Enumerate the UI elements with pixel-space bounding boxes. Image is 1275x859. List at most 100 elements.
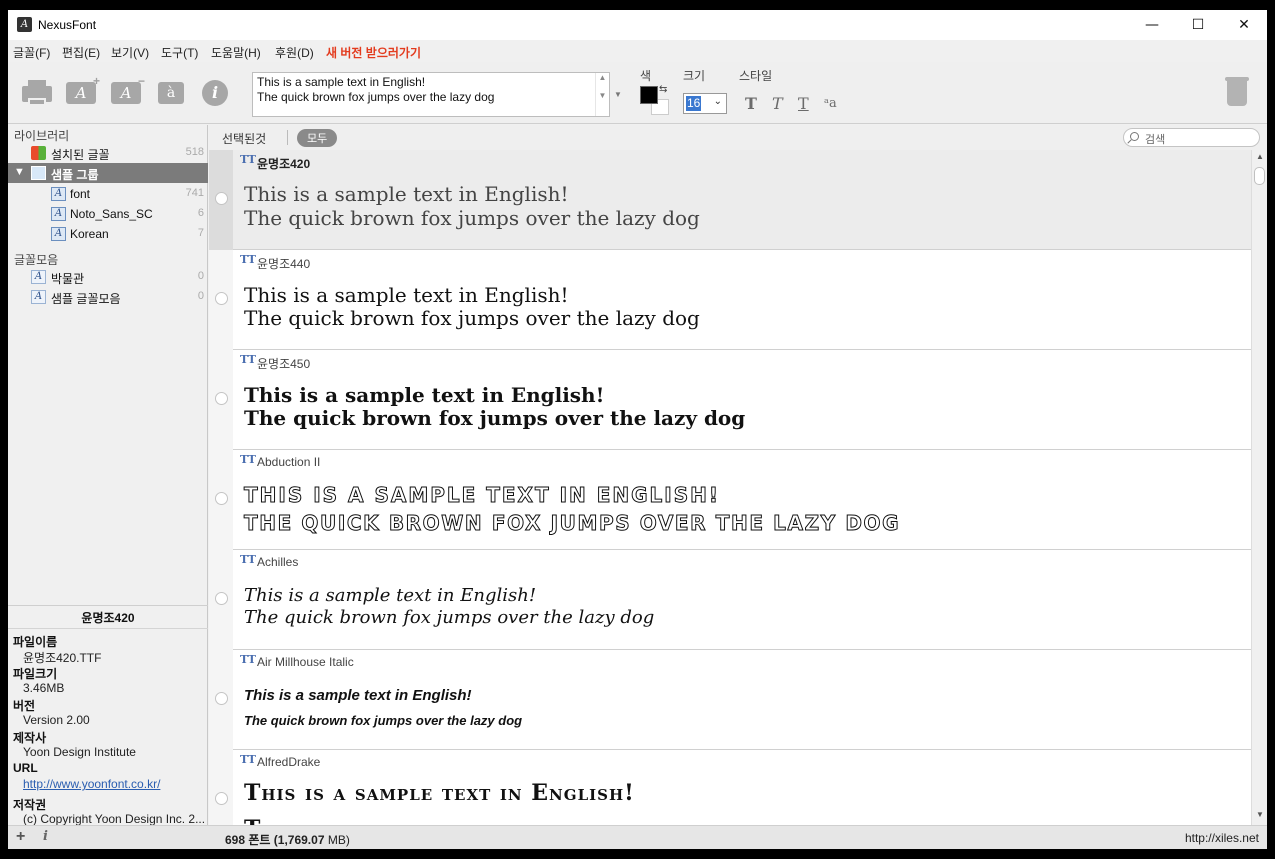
window-title: NexusFont (38, 18, 97, 32)
truetype-icon: TT (240, 453, 256, 466)
windows-icon (31, 146, 46, 160)
font-folder-icon: A (51, 207, 66, 221)
select-radio[interactable] (215, 692, 228, 705)
title-bar: A NexusFont — ☐ ✕ (8, 10, 1267, 40)
minimize-button[interactable]: — (1129, 10, 1175, 40)
font-name: 윤명조450 (257, 357, 311, 371)
menu-edit[interactable]: 편집(E) (62, 44, 100, 61)
sidebar-item-label: 샘플 글꼴모음 (51, 292, 121, 306)
font-list: TT 윤명조420 This is a sample text in Engli… (209, 150, 1251, 825)
font-folder-icon: A (51, 227, 66, 241)
sidebar-item-count: 7 (197, 227, 204, 239)
font-preview-line2: The quick brown fox jumps over the lazy … (244, 713, 523, 728)
search-icon (1130, 132, 1139, 141)
info-filesize-label: 파일크기 (13, 667, 58, 681)
foreground-color-swatch[interactable] (640, 86, 658, 104)
info-icon[interactable]: i (43, 829, 48, 844)
select-radio[interactable] (215, 592, 228, 605)
sample-scrollbar[interactable]: ▲ ▼ (595, 73, 609, 116)
swap-colors-icon[interactable]: ⇆ (659, 84, 667, 95)
collection-icon: A (31, 290, 46, 304)
truetype-icon: TT (240, 253, 256, 266)
sidebar-item-noto-sans-sc[interactable]: A Noto_Sans_SC 6 (8, 204, 208, 224)
sidebar-item-count: 6 (197, 207, 204, 219)
scroll-up-icon[interactable]: ▲ (1252, 152, 1267, 161)
scroll-down-icon[interactable]: ▼ (1252, 810, 1267, 819)
font-row[interactable]: TT Abduction II This is a sample text in… (209, 450, 1251, 550)
truetype-icon: TT (240, 153, 256, 166)
font-preview-line1: This is a sample text in English! (244, 483, 720, 508)
font-preview-line2: The quick brown fox jumps over the lazy … (244, 206, 700, 230)
search-input[interactable]: 검색 (1123, 128, 1260, 147)
maximize-button[interactable]: ☐ (1175, 10, 1221, 40)
menu-font[interactable]: 글꼴(F) (13, 44, 50, 61)
menu-view[interactable]: 보기(V) (111, 44, 149, 61)
truetype-icon: TT (240, 753, 256, 766)
font-preview-line1: This is a sample text in English! (244, 585, 537, 606)
list-scrollbar[interactable]: ▲ ▼ (1251, 150, 1267, 825)
info-version-label: 버전 (13, 699, 36, 713)
sidebar: 라이브러리 설치된 글꼴 518 ▼ 샘플 그룹 A font 741 A No… (8, 125, 208, 826)
add-icon[interactable]: + (16, 828, 25, 846)
size-select[interactable]: 16 ⌄ (683, 93, 727, 114)
sample-dropdown-icon[interactable]: ▼ (614, 90, 622, 99)
font-row[interactable]: TT Achilles This is a sample text in Eng… (209, 550, 1251, 650)
info-url-link[interactable]: http://www.yoonfont.co.kr/ (23, 777, 207, 791)
font-row[interactable]: TT 윤명조420 This is a sample text in Engli… (209, 150, 1251, 250)
close-button[interactable]: ✕ (1221, 10, 1267, 40)
library-header: 라이브러리 (14, 129, 70, 143)
menu-help[interactable]: 도움말(H) (211, 44, 261, 61)
scroll-thumb[interactable] (1254, 167, 1265, 185)
menu-new-version[interactable]: 새 버전 받으러가기 (326, 44, 421, 61)
sidebar-item-museum[interactable]: A 박물관 0 (8, 267, 208, 287)
select-radio[interactable] (215, 492, 228, 505)
search-placeholder: 검색 (1145, 134, 1166, 146)
font-preview-line1: This is a sample text in English! (244, 383, 605, 407)
info-version: Version 2.00 (23, 713, 90, 727)
menu-donate[interactable]: 후원(D) (275, 44, 314, 61)
select-radio[interactable] (215, 792, 228, 805)
homepage-link[interactable]: http://xiles.net (1185, 831, 1259, 845)
status-bar: + i 698 폰트 (1,769.07 MB) http://xiles.ne… (8, 825, 1267, 849)
char-map-icon[interactable]: à (158, 78, 184, 108)
select-radio[interactable] (215, 392, 228, 405)
info-url-label: URL (13, 761, 38, 775)
remove-font-icon[interactable]: A − (111, 74, 145, 108)
font-row[interactable]: TT AlfredDrake This is a sample text in … (209, 750, 1251, 825)
truetype-icon: TT (240, 553, 256, 566)
info-filename: 윤명조420.TTF (23, 651, 102, 665)
bold-button[interactable]: T (745, 94, 757, 113)
underline-button[interactable]: T (798, 94, 809, 113)
sidebar-item-label: Korean (70, 227, 109, 241)
collection-icon: A (31, 270, 46, 284)
filter-all[interactable]: 모두 (297, 129, 338, 147)
print-icon[interactable] (22, 78, 52, 108)
app-window: A NexusFont — ☐ ✕ 글꼴(F) 편집(E) 보기(V) 도구(T… (8, 10, 1267, 849)
expand-arrow-icon[interactable]: ▼ (14, 166, 25, 178)
sidebar-item-korean[interactable]: A Korean 7 (8, 224, 208, 244)
font-preview-line2: The quick brown fox jumps over the lazy … (243, 511, 901, 536)
menu-bar: 글꼴(F) 편집(E) 보기(V) 도구(T) 도움말(H) 후원(D) 새 버… (8, 40, 1267, 62)
color-label: 색 (640, 69, 652, 83)
font-row[interactable]: TT 윤명조440 This is a sample text in Engli… (209, 250, 1251, 350)
info-icon[interactable]: i (202, 80, 228, 106)
select-radio[interactable] (215, 292, 228, 305)
chevron-down-icon: ⌄ (713, 96, 722, 107)
collections-header: 글꼴모음 (14, 253, 59, 267)
sidebar-item-sample-group[interactable]: ▼ 샘플 그룹 (8, 163, 208, 183)
info-maker: Yoon Design Institute (23, 745, 136, 759)
trash-icon[interactable] (1225, 77, 1249, 106)
italic-button[interactable]: T (772, 94, 783, 113)
font-row[interactable]: TT 윤명조450 This is a sample text in Engli… (209, 350, 1251, 450)
menu-tools[interactable]: 도구(T) (161, 44, 198, 61)
sidebar-item-sample-collection[interactable]: A 샘플 글꼴모음 0 (8, 287, 208, 307)
filter-selected[interactable]: 선택된것 (222, 130, 266, 147)
font-name: Abduction II (257, 455, 321, 469)
select-radio[interactable] (215, 192, 228, 205)
case-button[interactable]: ᵃa (824, 96, 837, 111)
font-row[interactable]: TT Air Millhouse Italic This is a sample… (209, 650, 1251, 750)
sidebar-item-installed[interactable]: 설치된 글꼴 518 (8, 143, 208, 163)
sample-text-input[interactable]: This is a sample text in English! The qu… (252, 72, 610, 117)
sidebar-item-font[interactable]: A font 741 (8, 184, 208, 204)
add-font-icon[interactable]: A + (66, 74, 100, 108)
